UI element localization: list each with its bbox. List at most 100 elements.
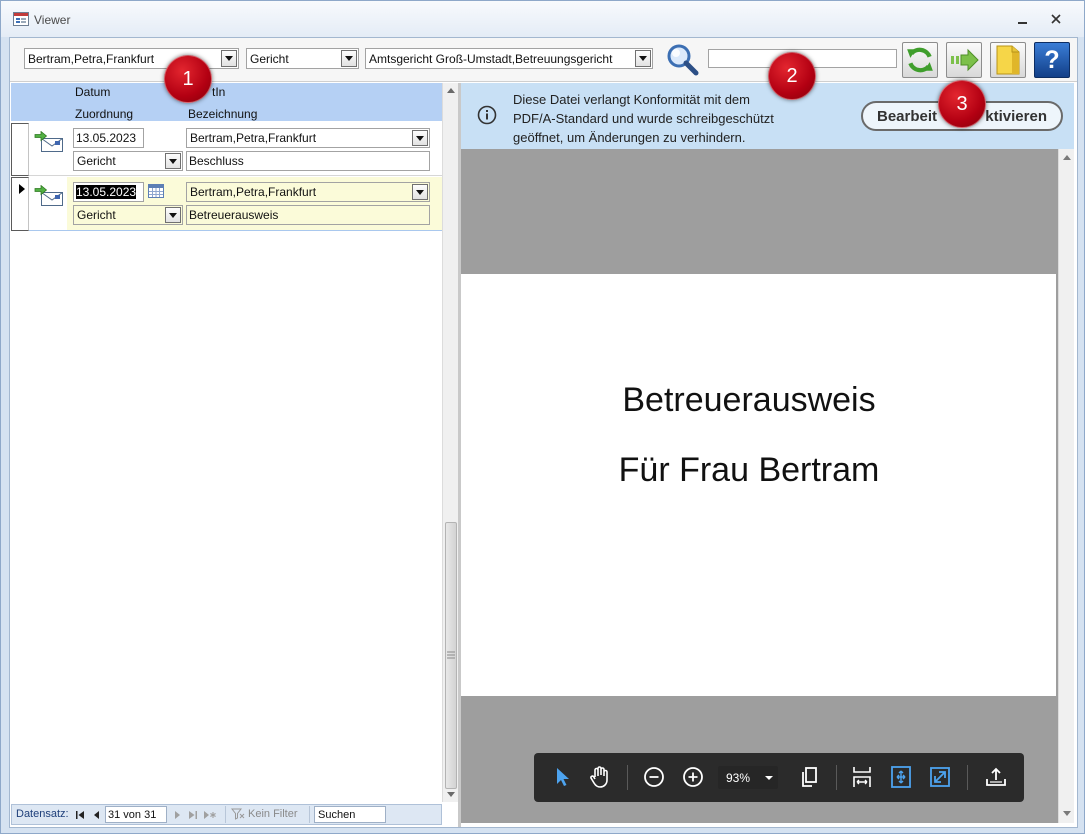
record-description-value: Betreuerausweis bbox=[189, 208, 279, 222]
open-folder-button[interactable] bbox=[990, 42, 1026, 78]
zoom-in-icon bbox=[683, 767, 703, 787]
row-divider bbox=[29, 175, 442, 176]
toolbar-separator bbox=[836, 765, 837, 790]
fit-page-icon bbox=[891, 766, 911, 788]
court-filter-dropdown-button[interactable] bbox=[635, 50, 651, 67]
form-icon bbox=[13, 12, 29, 26]
list-header: Datum tIn Zuordnung Bezeichnung bbox=[11, 83, 442, 121]
close-button[interactable] bbox=[1044, 8, 1068, 30]
chevron-down-icon bbox=[169, 213, 177, 218]
header-bezeichnung: Bezeichnung bbox=[188, 107, 258, 121]
full-screen-button[interactable] bbox=[928, 765, 952, 789]
new-record-icon bbox=[204, 811, 216, 819]
record-date-field[interactable]: 13.05.2023 bbox=[73, 182, 144, 202]
chevron-down-icon bbox=[416, 190, 424, 195]
scroll-up-icon[interactable] bbox=[1063, 155, 1071, 160]
pan-tool-button[interactable] bbox=[587, 765, 611, 789]
pdf-viewer[interactable]: Betreuerausweis Für Frau Bertram bbox=[461, 149, 1058, 823]
banner-message: Diese Datei verlangt Konformität mit dem… bbox=[513, 90, 774, 147]
scroll-down-icon[interactable] bbox=[1063, 811, 1071, 816]
banner-line: PDF/A-Standard und wurde schreibgeschütz… bbox=[513, 111, 774, 126]
previous-record-icon bbox=[94, 811, 99, 819]
record-assignment-dropdown-button[interactable] bbox=[165, 207, 181, 223]
type-filter-combo[interactable]: Gericht bbox=[246, 48, 359, 69]
header-zuordnung: Zuordnung bbox=[75, 107, 134, 121]
person-filter-dropdown-button[interactable] bbox=[221, 50, 237, 67]
annotation-marker-3: 3 bbox=[938, 80, 986, 128]
magnifier-icon bbox=[667, 44, 699, 76]
share-button[interactable] bbox=[984, 765, 1008, 789]
list-scrollbar-thumb[interactable] bbox=[445, 522, 457, 789]
record-assignment-dropdown-button[interactable] bbox=[165, 153, 181, 169]
next-record-button[interactable] bbox=[171, 809, 183, 821]
current-record-icon bbox=[19, 184, 25, 194]
upload-icon bbox=[986, 767, 1006, 786]
help-icon: ? bbox=[1044, 45, 1060, 74]
minimize-button[interactable] bbox=[1011, 9, 1035, 31]
record-position-field[interactable]: 31 von 31 bbox=[105, 806, 167, 823]
folder-icon bbox=[996, 45, 1020, 75]
zoom-value: 93% bbox=[726, 771, 751, 785]
last-record-icon bbox=[189, 811, 197, 819]
search-button[interactable] bbox=[665, 43, 699, 77]
fit-width-button[interactable] bbox=[850, 765, 874, 789]
fit-width-icon bbox=[853, 767, 871, 787]
zoom-select[interactable]: 93% bbox=[718, 766, 778, 789]
zoom-out-button[interactable] bbox=[642, 765, 666, 789]
record-description-field[interactable]: Beschluss bbox=[186, 151, 430, 171]
record-assignment-combo[interactable]: Gericht bbox=[73, 205, 183, 225]
record-date-value: 13.05.2023 bbox=[76, 185, 137, 199]
scroll-up-icon[interactable] bbox=[447, 88, 455, 93]
record-date-field[interactable]: 13.05.2023 bbox=[73, 128, 144, 148]
chevron-down-icon bbox=[169, 159, 177, 164]
type-filter-dropdown-button[interactable] bbox=[341, 50, 357, 67]
record-selector[interactable] bbox=[11, 123, 29, 176]
pdf-page: Betreuerausweis Für Frau Bertram bbox=[461, 274, 1056, 696]
scroll-down-icon[interactable] bbox=[447, 792, 455, 797]
header-person: tIn bbox=[212, 85, 226, 99]
first-record-button[interactable] bbox=[74, 809, 86, 821]
record-search-value: Suchen bbox=[318, 809, 356, 821]
record-selector-current[interactable] bbox=[11, 177, 29, 231]
filter-toggle-button[interactable]: Kein Filter bbox=[225, 806, 310, 823]
page-view-button[interactable] bbox=[797, 765, 821, 789]
zoom-out-icon bbox=[644, 767, 664, 787]
minimize-icon bbox=[1018, 22, 1027, 24]
open-record-button[interactable] bbox=[34, 184, 64, 207]
type-filter-value: Gericht bbox=[250, 52, 289, 66]
pages-icon bbox=[802, 767, 817, 787]
record-description-field[interactable]: Betreuerausweis bbox=[186, 205, 430, 225]
new-record-button[interactable] bbox=[203, 809, 217, 821]
record-person-dropdown-button[interactable] bbox=[412, 130, 428, 146]
previous-record-button[interactable] bbox=[91, 809, 103, 821]
select-tool-button[interactable] bbox=[549, 765, 573, 789]
forward-button[interactable] bbox=[946, 42, 982, 78]
record-person-dropdown-button[interactable] bbox=[412, 184, 428, 200]
window-title: Viewer bbox=[34, 13, 71, 27]
refresh-button[interactable] bbox=[902, 42, 938, 78]
record-assignment-combo[interactable]: Gericht bbox=[73, 151, 183, 171]
date-picker-button[interactable] bbox=[148, 184, 164, 198]
record-person-combo[interactable]: Bertram,Petra,Frankfurt bbox=[186, 128, 430, 148]
envelope-arrow-icon bbox=[34, 130, 63, 152]
chevron-down-icon bbox=[225, 56, 233, 61]
grip-icon bbox=[447, 651, 455, 659]
document-title: Betreuerausweis bbox=[622, 381, 876, 419]
banner-line: geöffnet, um Änderungen zu verhindern. bbox=[513, 130, 746, 145]
court-filter-value: Amtsgericht Groß-Umstadt,Betreuungsgeric… bbox=[369, 52, 613, 66]
last-record-button[interactable] bbox=[187, 809, 199, 821]
pdf-scrollbar[interactable] bbox=[1058, 149, 1074, 823]
record-person-combo[interactable]: Bertram,Petra,Frankfurt bbox=[186, 182, 430, 202]
fit-page-button[interactable] bbox=[889, 765, 913, 789]
help-button[interactable]: ? bbox=[1034, 42, 1070, 78]
chevron-down-icon bbox=[416, 136, 424, 141]
list-scrollbar[interactable] bbox=[442, 83, 458, 802]
close-icon bbox=[1051, 14, 1061, 24]
chevron-down-icon bbox=[345, 56, 353, 61]
zoom-in-button[interactable] bbox=[681, 765, 705, 789]
record-search-input[interactable]: Suchen bbox=[314, 806, 386, 823]
row-divider bbox=[29, 230, 442, 231]
chevron-down-icon bbox=[765, 776, 773, 780]
court-filter-combo[interactable]: Amtsgericht Groß-Umstadt,Betreuungsgeric… bbox=[365, 48, 653, 69]
open-record-button[interactable] bbox=[34, 130, 64, 153]
